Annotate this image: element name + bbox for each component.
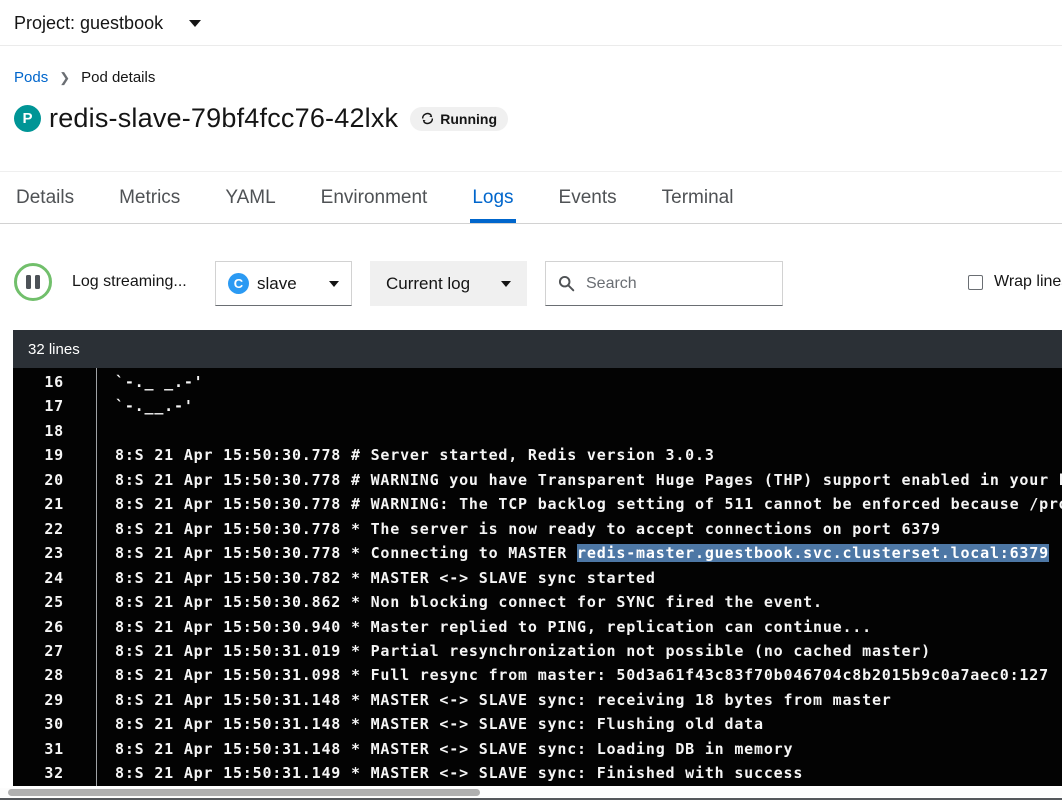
log-line-text: 8:S 21 Apr 15:50:31.098 * Full resync fr…: [96, 663, 1049, 687]
log-window-bottom-border: [0, 798, 1062, 800]
log-line-text: 8:S 21 Apr 15:50:31.148 * MASTER <-> SLA…: [96, 737, 793, 761]
log-highlighted-text: redis-master.guestbook.svc.clusterset.lo…: [577, 544, 1049, 562]
pod-badge: P: [14, 105, 41, 132]
pod-details-page: Project: guestbook Pods ❯ Pod details P …: [0, 0, 1062, 811]
tab-environment[interactable]: Environment: [319, 172, 430, 223]
log-line-number: 22: [13, 517, 96, 541]
log-window: 32 lines 16`-._ _.-'17`-.__.-'18198:S 21…: [13, 330, 1062, 786]
container-badge-icon: C: [228, 273, 249, 294]
log-line-text: 8:S 21 Apr 15:50:30.778 * Connecting to …: [96, 541, 1049, 565]
log-line-text: 8:S 21 Apr 15:50:31.148 * MASTER <-> SLA…: [96, 712, 764, 736]
log-line-number: 18: [13, 419, 96, 443]
tab-bar: Details Metrics YAML Environment Logs Events T…: [0, 171, 1062, 224]
log-line-number: 21: [13, 492, 96, 516]
log-line-number: 28: [13, 663, 96, 687]
log-line-text: 8:S 21 Apr 15:50:31.019 * Partial resync…: [96, 639, 931, 663]
log-line-text: [96, 419, 115, 443]
log-line-text: 8:S 21 Apr 15:50:30.862 * Non blocking c…: [96, 590, 823, 614]
tab-events[interactable]: Events: [557, 172, 619, 223]
log-line-number: 29: [13, 688, 96, 712]
log-line: 17`-.__.-': [13, 394, 1062, 418]
container-select-value: slave: [257, 274, 297, 294]
status-badge-label: Running: [440, 111, 497, 127]
caret-down-icon: [501, 281, 511, 287]
log-line: 258:S 21 Apr 15:50:30.862 * Non blocking…: [13, 590, 1062, 614]
page-header: P redis-slave-79bf4fcc76-42lxk Running: [14, 103, 508, 134]
log-line-number: 32: [13, 761, 96, 785]
log-line: 308:S 21 Apr 15:50:31.148 * MASTER <-> S…: [13, 712, 1062, 736]
log-line-number: 31: [13, 737, 96, 761]
page-title: redis-slave-79bf4fcc76-42lxk: [49, 103, 398, 134]
log-line: 238:S 21 Apr 15:50:30.778 * Connecting t…: [13, 541, 1062, 565]
log-line: 198:S 21 Apr 15:50:30.778 # Server start…: [13, 443, 1062, 467]
sync-icon: [421, 112, 434, 125]
log-line-text: 8:S 21 Apr 15:50:31.148 * MASTER <-> SLA…: [96, 688, 892, 712]
log-line-text: 8:S 21 Apr 15:50:30.778 # WARNING you ha…: [96, 468, 1062, 492]
log-line-number: 23: [13, 541, 96, 565]
log-line-text: 8:S 21 Apr 15:50:30.778 # WARNING: The T…: [96, 492, 1062, 516]
wrap-lines-label: Wrap lines: [994, 273, 1062, 291]
log-line: 328:S 21 Apr 15:50:31.149 * MASTER <-> S…: [13, 761, 1062, 785]
wrap-lines-checkbox[interactable]: [968, 275, 983, 290]
tab-terminal[interactable]: Terminal: [660, 172, 736, 223]
log-line: 268:S 21 Apr 15:50:30.940 * Master repli…: [13, 615, 1062, 639]
log-line: 218:S 21 Apr 15:50:30.778 # WARNING: The…: [13, 492, 1062, 516]
log-line: 278:S 21 Apr 15:50:31.019 * Partial resy…: [13, 639, 1062, 663]
log-line-number: 16: [13, 370, 96, 394]
log-file-select-value: Current log: [386, 274, 470, 294]
log-line-number: 26: [13, 615, 96, 639]
pause-icon: [26, 275, 31, 289]
log-line: 318:S 21 Apr 15:50:31.148 * MASTER <-> S…: [13, 737, 1062, 761]
log-line: 18: [13, 419, 1062, 443]
tab-metrics[interactable]: Metrics: [117, 172, 182, 223]
log-line-number: 24: [13, 566, 96, 590]
horizontal-scrollbar-thumb[interactable]: [8, 789, 480, 796]
log-line: 248:S 21 Apr 15:50:30.782 * MASTER <-> S…: [13, 566, 1062, 590]
tab-details[interactable]: Details: [14, 172, 76, 223]
log-lines[interactable]: 16`-._ _.-'17`-.__.-'18198:S 21 Apr 15:5…: [13, 368, 1062, 786]
container-select[interactable]: C slave: [215, 261, 352, 306]
log-line: 16`-._ _.-': [13, 370, 1062, 394]
log-line: 208:S 21 Apr 15:50:30.778 # WARNING you …: [13, 468, 1062, 492]
caret-down-icon: [329, 281, 339, 287]
search-icon: [558, 275, 575, 292]
status-badge: Running: [410, 107, 508, 131]
log-line-text: 8:S 21 Apr 15:50:30.778 # Server started…: [96, 443, 715, 467]
log-line-number: 20: [13, 468, 96, 492]
log-line-number: 25: [13, 590, 96, 614]
log-line-text: 8:S 21 Apr 15:50:30.782 * MASTER <-> SLA…: [96, 566, 656, 590]
project-bar: Project: guestbook: [0, 0, 1062, 46]
log-file-select[interactable]: Current log: [370, 261, 527, 306]
log-line-number: 27: [13, 639, 96, 663]
log-line-text: 8:S 21 Apr 15:50:31.149 * MASTER <-> SLA…: [96, 761, 803, 785]
log-line-number: 19: [13, 443, 96, 467]
tab-logs[interactable]: Logs: [470, 172, 515, 223]
log-line: 298:S 21 Apr 15:50:31.148 * MASTER <-> S…: [13, 688, 1062, 712]
log-line-text: `-._ _.-': [96, 370, 203, 394]
log-line: 288:S 21 Apr 15:50:31.098 * Full resync …: [13, 663, 1062, 687]
pause-log-streaming-button[interactable]: [14, 263, 52, 301]
log-search: [545, 261, 783, 306]
breadcrumb-pods-link[interactable]: Pods: [14, 69, 48, 86]
project-selector-label: Project: guestbook: [14, 13, 163, 34]
breadcrumb: Pods ❯ Pod details: [14, 69, 155, 86]
log-line-text: 8:S 21 Apr 15:50:30.778 * The server is …: [96, 517, 941, 541]
log-line-text: 8:S 21 Apr 15:50:30.940 * Master replied…: [96, 615, 872, 639]
log-line-number: 17: [13, 394, 96, 418]
log-streaming-status: Log streaming...: [72, 273, 187, 291]
project-selector[interactable]: Project: guestbook: [14, 0, 201, 46]
log-line-number: 30: [13, 712, 96, 736]
search-input[interactable]: [586, 275, 756, 293]
breadcrumb-current: Pod details: [81, 69, 155, 86]
log-line: 228:S 21 Apr 15:50:30.778 * The server i…: [13, 517, 1062, 541]
wrap-lines-control: Wrap lines: [968, 273, 1062, 291]
log-line-text: `-.__.-': [96, 394, 194, 418]
log-toolbar: Log streaming... C slave Current log Wra…: [14, 260, 1062, 306]
caret-down-icon: [189, 20, 201, 27]
horizontal-scrollbar[interactable]: [0, 788, 1062, 797]
tab-yaml[interactable]: YAML: [223, 172, 277, 223]
chevron-right-icon: ❯: [59, 70, 70, 86]
log-line-count: 32 lines: [13, 330, 1062, 368]
